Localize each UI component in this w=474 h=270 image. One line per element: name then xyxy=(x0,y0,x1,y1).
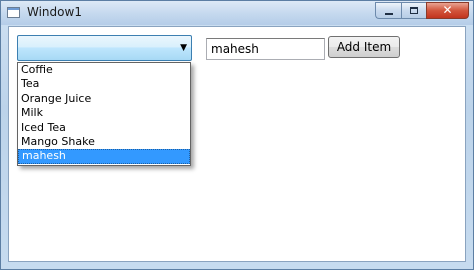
title-bar[interactable]: Window1 ✕ xyxy=(1,1,473,25)
dropdown-item[interactable]: Milk xyxy=(18,106,190,120)
dropdown-item[interactable]: mahesh xyxy=(18,149,190,164)
dropdown-item[interactable]: Tea xyxy=(18,77,190,91)
drink-combobox[interactable]: ▼ xyxy=(17,35,192,61)
add-item-button[interactable]: Add Item xyxy=(328,36,400,58)
dropdown-item[interactable]: Coffie xyxy=(18,63,190,77)
close-icon: ✕ xyxy=(442,3,453,17)
window: Window1 ✕ ▼ Coffie Tea Orange Juice Milk Ice… xyxy=(0,0,474,270)
window-icon[interactable] xyxy=(7,7,20,18)
caption-buttons: ✕ xyxy=(375,2,469,20)
maximize-icon xyxy=(410,7,418,14)
client-area: ▼ Coffie Tea Orange Juice Milk Iced Tea Mango… xyxy=(8,26,466,262)
maximize-button[interactable] xyxy=(401,2,426,19)
dropdown-item[interactable]: Mango Shake xyxy=(18,135,190,149)
window-title: Window1 xyxy=(27,5,82,19)
dropdown-item[interactable]: Orange Juice xyxy=(18,92,190,106)
minimize-icon xyxy=(385,13,393,15)
item-text-input[interactable]: mahesh xyxy=(206,38,325,60)
chevron-down-icon[interactable]: ▼ xyxy=(180,41,187,55)
combobox-dropdown-list: Coffie Tea Orange Juice Milk Iced Tea Mango S… xyxy=(17,62,191,166)
dropdown-item[interactable]: Iced Tea xyxy=(18,121,190,135)
close-button[interactable]: ✕ xyxy=(426,2,469,19)
minimize-button[interactable] xyxy=(375,2,401,19)
